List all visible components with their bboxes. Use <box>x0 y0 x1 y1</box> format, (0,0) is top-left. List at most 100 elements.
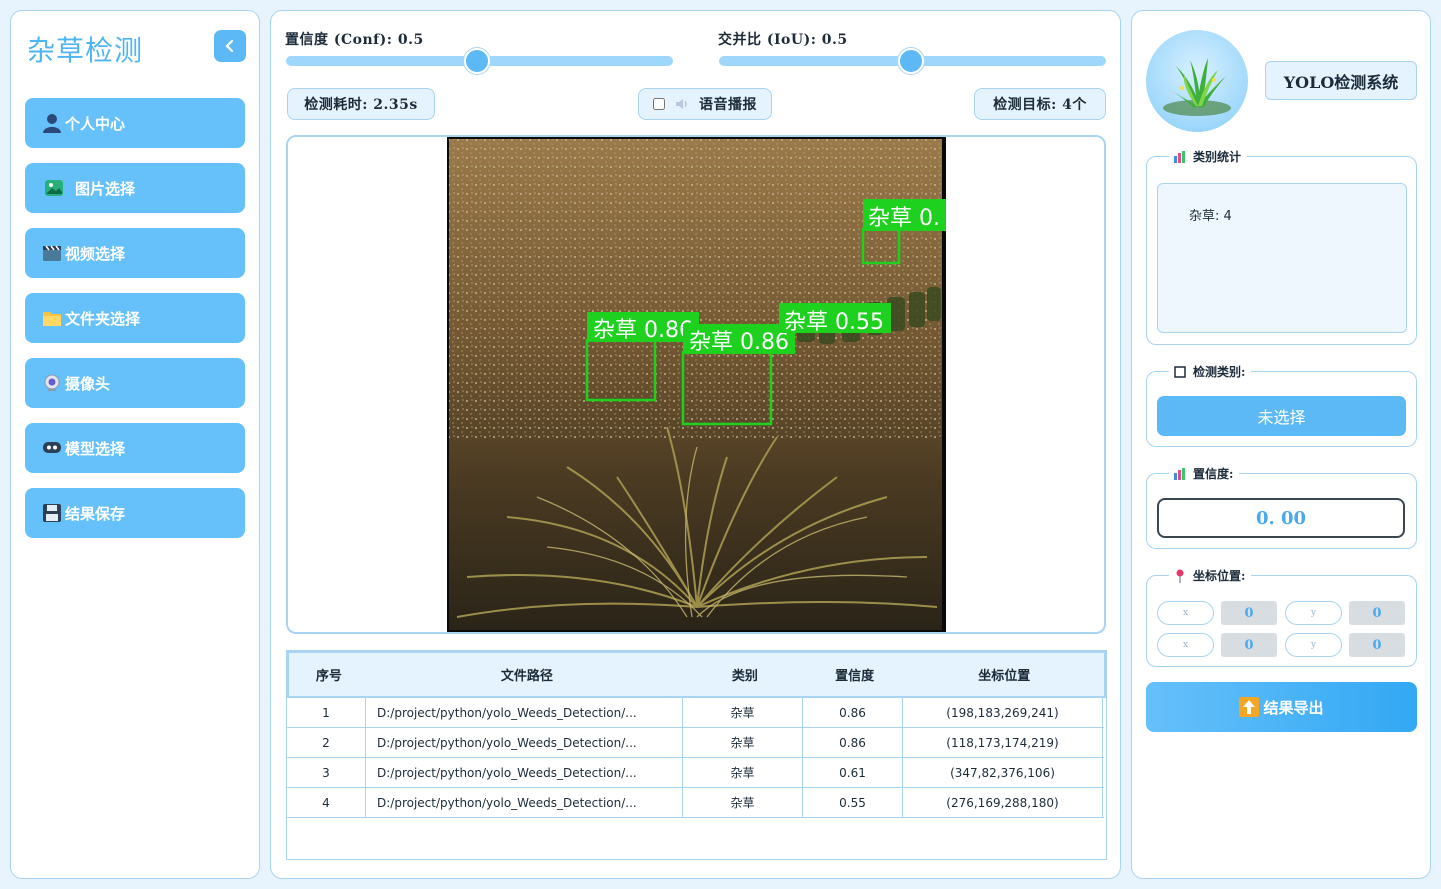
class-select-dropdown[interactable]: 未选择 <box>1157 396 1406 436</box>
cell-coordinates: (347,82,376,106) <box>903 758 1103 787</box>
nav-personal-center-button[interactable]: 个人中心 <box>25 98 245 148</box>
user-icon <box>41 112 63 134</box>
iou-slider[interactable] <box>719 48 1106 74</box>
detection-time-badge: 检测耗时: 2.35s <box>287 88 435 120</box>
nav-folder-select-button[interactable]: 文件夹选择 <box>25 293 245 343</box>
cell-index: 1 <box>287 698 366 727</box>
iou-slider-label: 交并比 (IoU): 0.5 <box>718 32 848 48</box>
nav-label: 摄像头 <box>65 374 111 393</box>
collapse-sidebar-button[interactable] <box>214 30 246 62</box>
svg-text:杂草 0.: 杂草 0. <box>868 206 940 231</box>
app-title: 杂草检测 <box>27 34 144 67</box>
target-count-badge: 检测目标: 4个 <box>974 88 1106 120</box>
detection-label-4: 杂草 0. <box>863 199 946 231</box>
nav-label: 文件夹选择 <box>65 309 141 328</box>
nav-image-select-button[interactable]: 图片选择 <box>25 163 245 213</box>
table-row[interactable]: 2 D:/project/python/yolo_Weeds_Detection… <box>287 728 1104 758</box>
main-panel: 置信度 (Conf): 0.5 交并比 (IoU): 0.5 检测耗时: 2.3… <box>270 10 1121 879</box>
cell-coordinates: (198,183,269,241) <box>903 698 1103 727</box>
bar-chart-icon <box>1173 150 1187 164</box>
system-title: YOLO检测系统 <box>1265 61 1417 100</box>
nav-label: 个人中心 <box>65 114 126 133</box>
iou-slider-thumb[interactable] <box>898 48 924 74</box>
cell-class: 杂草 <box>683 758 803 787</box>
header-confidence[interactable]: 置信度 <box>805 653 905 696</box>
svg-text:杂草 0.55: 杂草 0.55 <box>784 310 884 335</box>
class-stats-group: 类别统计 杂草: 4 <box>1146 148 1417 345</box>
header-coordinates[interactable]: 坐标位置 <box>904 653 1104 696</box>
chevron-left-icon <box>225 39 234 53</box>
detection-label-2: 杂草 0.86 <box>683 324 795 355</box>
cell-file-path: D:/project/python/yolo_Weeds_Detection/.… <box>366 698 683 727</box>
xmin-value: 0 <box>1221 601 1277 625</box>
cell-class: 杂草 <box>683 728 803 757</box>
confidence-legend: 置信度: <box>1193 467 1234 481</box>
svg-text:杂草 0.86: 杂草 0.86 <box>593 318 693 343</box>
results-table: 序号 文件路径 类别 置信度 坐标位置 1 D:/project/python/… <box>286 650 1107 860</box>
xmax-label: x <box>1157 633 1214 657</box>
nav-video-select-button[interactable]: 视频选择 <box>25 228 245 278</box>
nav-save-results-button[interactable]: 结果保存 <box>25 488 245 538</box>
table-row[interactable]: 3 D:/project/python/yolo_Weeds_Detection… <box>287 758 1104 788</box>
cell-file-path: D:/project/python/yolo_Weeds_Detection/.… <box>366 728 683 757</box>
nav-label: 模型选择 <box>65 439 126 458</box>
class-stats-text: 杂草: 4 <box>1157 183 1407 333</box>
image-icon <box>43 177 65 199</box>
ymax-label: y <box>1285 633 1342 657</box>
ymin-value: 0 <box>1349 601 1405 625</box>
cell-index: 4 <box>287 788 366 817</box>
right-panel: YOLO检测系统 类别统计 杂草: 4 检测类别: 未选择 置信度: 0. 00… <box>1131 10 1431 879</box>
header-file-path[interactable]: 文件路径 <box>369 653 685 696</box>
cell-confidence: 0.86 <box>803 728 903 757</box>
detect-class-legend: 检测类别: <box>1193 365 1246 379</box>
conf-slider-label: 置信度 (Conf): 0.5 <box>285 32 424 48</box>
nav-camera-button[interactable]: 摄像头 <box>25 358 245 408</box>
pushpin-icon <box>1173 569 1187 583</box>
clapperboard-icon <box>41 242 63 264</box>
nav-label: 结果保存 <box>65 504 126 523</box>
xmax-value: 0 <box>1221 633 1277 657</box>
detection-result-image: 杂草 0.86 杂草 0.86 杂草 0.55 杂草 0. <box>447 137 946 632</box>
class-stats-legend: 类别统计 <box>1193 150 1242 164</box>
nav-label: 图片选择 <box>75 179 136 198</box>
nav-label: 视频选择 <box>65 244 126 263</box>
coordinates-group: 坐标位置: x 0 y 0 x 0 y 0 <box>1146 567 1417 667</box>
table-header: 序号 文件路径 类别 置信度 坐标位置 <box>287 651 1106 698</box>
cell-class: 杂草 <box>683 788 803 817</box>
cell-file-path: D:/project/python/yolo_Weeds_Detection/.… <box>366 758 683 787</box>
header-index[interactable]: 序号 <box>289 653 369 696</box>
upload-arrow-icon <box>1239 697 1260 717</box>
detection-image-frame: 杂草 0.86 杂草 0.86 杂草 0.55 杂草 0. <box>286 135 1106 634</box>
conf-slider-thumb[interactable] <box>464 48 490 74</box>
confidence-group: 置信度: 0. 00 <box>1146 465 1417 549</box>
voice-broadcast-toggle[interactable]: 语音播报 <box>638 88 772 120</box>
bar-chart-icon <box>1173 467 1187 481</box>
grass-logo-icon <box>1146 30 1248 132</box>
ymax-value: 0 <box>1349 633 1405 657</box>
detection-label-1: 杂草 0.86 <box>587 312 699 343</box>
confidence-value: 0. 00 <box>1157 498 1405 538</box>
cell-confidence: 0.86 <box>803 698 903 727</box>
checkbox-icon <box>1173 365 1187 379</box>
model-icon <box>41 437 63 459</box>
export-label: 结果导出 <box>1263 698 1324 717</box>
cell-confidence: 0.55 <box>803 788 903 817</box>
table-row[interactable]: 1 D:/project/python/yolo_Weeds_Detection… <box>287 698 1104 728</box>
conf-slider[interactable] <box>286 48 673 74</box>
voice-broadcast-label: 语音播报 <box>699 97 757 113</box>
folder-icon <box>41 307 63 329</box>
cell-confidence: 0.61 <box>803 758 903 787</box>
xmin-label: x <box>1157 601 1214 625</box>
webcam-icon <box>41 372 63 394</box>
coordinates-legend: 坐标位置: <box>1193 569 1246 583</box>
detect-class-group: 检测类别: 未选择 <box>1146 363 1417 447</box>
nav-model-select-button[interactable]: 模型选择 <box>25 423 245 473</box>
voice-broadcast-checkbox[interactable] <box>653 98 665 110</box>
floppy-disk-icon <box>41 502 63 524</box>
cell-file-path: D:/project/python/yolo_Weeds_Detection/.… <box>366 788 683 817</box>
detection-label-3: 杂草 0.55 <box>779 303 891 335</box>
header-class[interactable]: 类别 <box>685 653 805 696</box>
svg-text:杂草 0.86: 杂草 0.86 <box>689 330 789 355</box>
export-results-button[interactable]: 结果导出 <box>1146 682 1417 732</box>
table-row[interactable]: 4 D:/project/python/yolo_Weeds_Detection… <box>287 788 1104 818</box>
